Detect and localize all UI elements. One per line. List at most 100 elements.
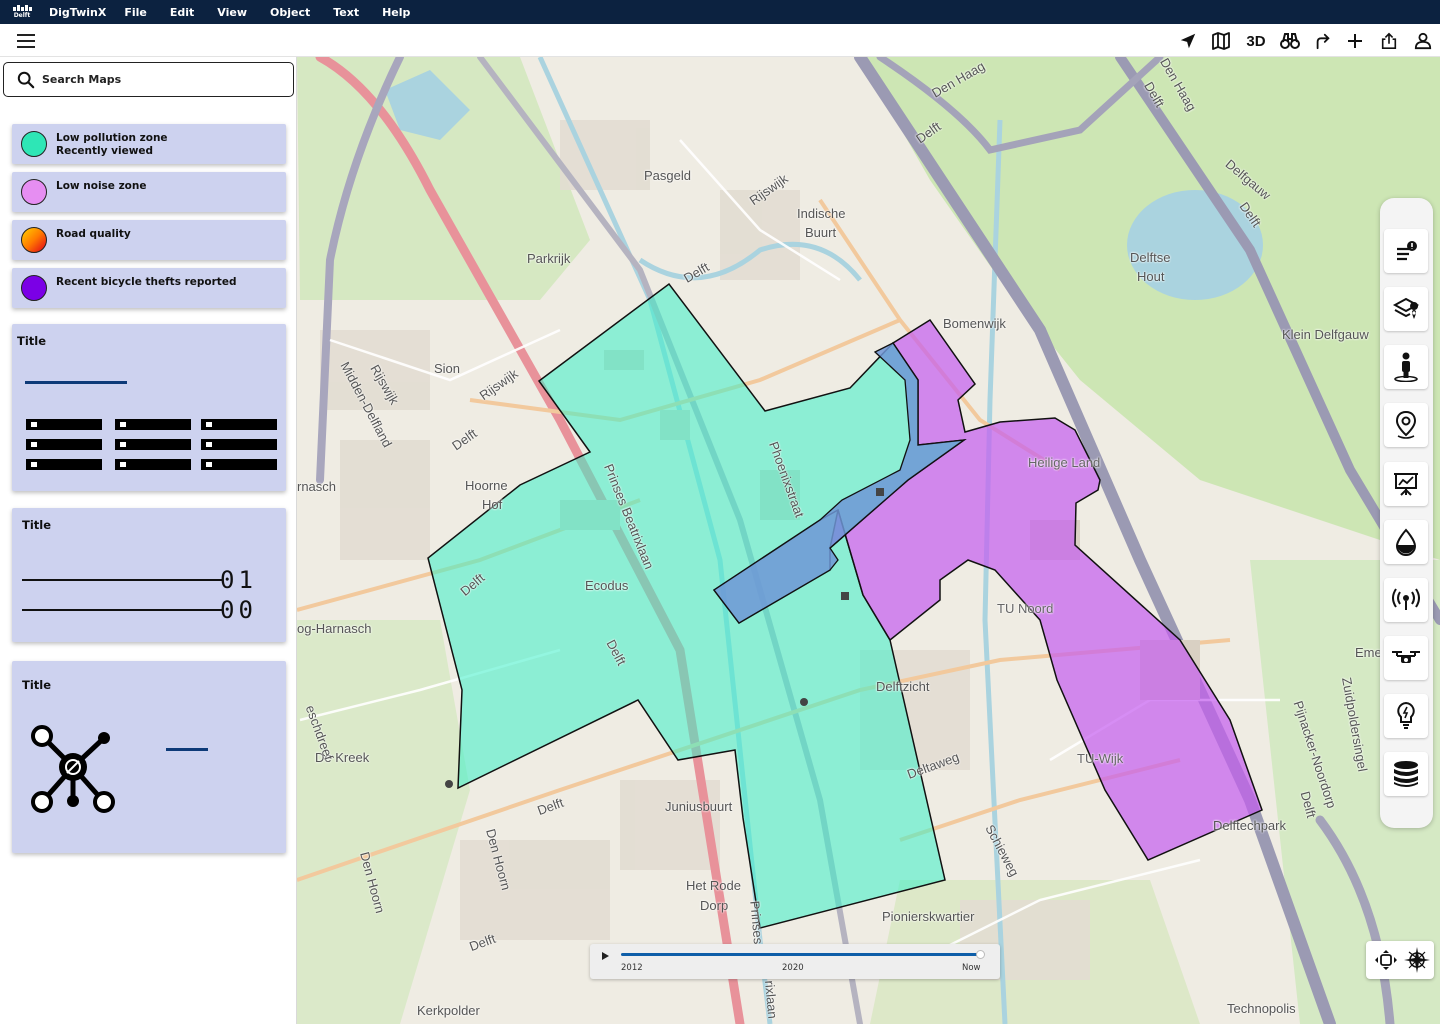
- map-label: Technopolis: [1227, 1001, 1296, 1016]
- share-arrow-icon[interactable]: [1312, 30, 1334, 52]
- timeline-tick: 2020: [782, 963, 804, 973]
- layer-low-noise-zone[interactable]: Low noise zone: [12, 172, 286, 212]
- delft-logo: Delft: [0, 0, 44, 24]
- timeline-track[interactable]: [621, 953, 981, 956]
- map-view[interactable]: Den Haag Delft Den Haag Delft Rijswijk P…: [297, 57, 1440, 1024]
- hamburger-menu-icon[interactable]: [17, 34, 37, 49]
- layer-color-swatch: [21, 179, 47, 205]
- layer-name: Road quality: [56, 228, 131, 240]
- map-label: Pasgeld: [644, 168, 691, 183]
- map-label: Hof: [482, 497, 503, 512]
- map-controls: [1366, 941, 1434, 979]
- layer-color-swatch: [21, 275, 47, 301]
- menu-edit[interactable]: Edit: [170, 6, 194, 19]
- menu-help[interactable]: Help: [382, 6, 410, 19]
- layer-name: Low noise zone: [56, 180, 147, 192]
- map-label: Bomenwijk: [943, 316, 1006, 331]
- map-pin-icon[interactable]: [1384, 403, 1428, 447]
- layer-color-swatch: [21, 131, 47, 157]
- card-title: Title: [22, 518, 52, 532]
- map-label: Indische: [797, 206, 846, 221]
- card-title: Title: [17, 334, 47, 348]
- broadcast-icon[interactable]: [1384, 578, 1428, 622]
- map-label: Klein Delfgauw: [1282, 327, 1369, 342]
- 3d-toggle-button[interactable]: 3D: [1243, 30, 1269, 52]
- binary-value-row-2: 00: [220, 596, 257, 624]
- map-label: Pionierskwartier: [882, 909, 975, 924]
- presentation-board-icon[interactable]: [1384, 462, 1428, 506]
- map-label: Delftse: [1130, 250, 1171, 265]
- layer-status: Recently viewed: [56, 145, 154, 157]
- network-graph-icon[interactable]: [29, 723, 121, 813]
- map-canvas[interactable]: [297, 57, 1440, 1024]
- slider-track[interactable]: [22, 609, 222, 611]
- upload-icon[interactable]: [1378, 30, 1400, 52]
- logo-text: Delft: [13, 12, 31, 19]
- map-label: Hoorne: [465, 478, 508, 493]
- binoculars-icon[interactable]: [1279, 30, 1301, 52]
- slider-track[interactable]: [22, 579, 222, 581]
- tool-palette: [1380, 198, 1433, 828]
- time-slider[interactable]: 2012 2020 Now: [590, 944, 1000, 979]
- layer-name: Low pollution zone: [56, 132, 168, 144]
- map-label: Ecodus: [585, 578, 629, 593]
- progress-indicator: [25, 381, 127, 384]
- search-box[interactable]: [3, 62, 294, 97]
- database-icon[interactable]: [1384, 752, 1428, 796]
- map-icon[interactable]: [1210, 30, 1232, 52]
- binary-value-row-1: 01: [220, 566, 257, 594]
- timeline-tick: Now: [962, 963, 981, 973]
- map-label: Juniusbuurt: [665, 799, 733, 814]
- menu-file[interactable]: File: [124, 6, 147, 19]
- plus-icon[interactable]: [1344, 30, 1366, 52]
- layer-name: Recent bicycle thefts reported: [56, 276, 237, 288]
- map-label: Delftzicht: [876, 679, 930, 694]
- search-input[interactable]: [42, 73, 262, 86]
- menu-text[interactable]: Text: [333, 6, 359, 19]
- card-title: Title: [22, 678, 52, 692]
- timeline-handle[interactable]: [976, 950, 985, 959]
- widget-card-network: Title: [12, 661, 286, 853]
- map-label: Kerkpolder: [417, 1003, 480, 1018]
- lightbulb-icon[interactable]: [1384, 694, 1428, 738]
- map-label: Dorp: [700, 898, 729, 913]
- map-label: Parkrijk: [527, 251, 571, 266]
- menu-bar: Delft DigTwinX File Edit View Object Tex…: [0, 0, 1440, 24]
- map-label: Buurt: [805, 225, 837, 240]
- navigate-icon[interactable]: [1177, 30, 1199, 52]
- progress-indicator: [166, 748, 208, 751]
- menu-object[interactable]: Object: [270, 6, 310, 19]
- layer-bicycle-thefts[interactable]: Recent bicycle thefts reported: [12, 268, 286, 308]
- map-label: Het Rode: [686, 878, 741, 893]
- play-icon[interactable]: [602, 952, 609, 960]
- map-label: rnasch: [297, 479, 337, 494]
- widget-card-checkbox-grid: Title: [12, 324, 286, 491]
- water-drop-icon[interactable]: [1384, 520, 1428, 564]
- user-icon[interactable]: [1412, 30, 1434, 52]
- compass-rose-icon[interactable]: [1404, 947, 1430, 973]
- layer-label: Low pollution zone Recently viewed: [56, 132, 168, 158]
- map-label: Hout: [1137, 269, 1165, 284]
- layer-low-pollution-zone[interactable]: Low pollution zone Recently viewed: [12, 124, 286, 164]
- checkbox-grid[interactable]: [26, 418, 278, 476]
- map-label: og-Harnasch: [297, 621, 372, 636]
- sidebar: Low pollution zone Recently viewed Low n…: [0, 57, 297, 1024]
- search-icon: [17, 71, 35, 89]
- app-name: DigTwinX: [49, 5, 107, 19]
- map-label: Heilige Land: [1028, 455, 1101, 470]
- layer-color-swatch: [21, 227, 47, 253]
- map-label: rixlaan: [762, 979, 781, 1020]
- map-label: TU Noord: [997, 601, 1054, 616]
- layers-location-icon[interactable]: [1384, 287, 1428, 331]
- layer-road-quality[interactable]: Road quality: [12, 220, 286, 260]
- drone-icon[interactable]: [1384, 636, 1428, 680]
- menu-view[interactable]: View: [217, 6, 247, 19]
- map-label: Sion: [434, 361, 461, 376]
- widget-card-binary-sliders: Title 01 00: [12, 508, 286, 642]
- map-label: Delftechpark: [1213, 818, 1286, 833]
- person-pin-icon[interactable]: [1384, 345, 1428, 389]
- recenter-icon[interactable]: [1374, 949, 1398, 971]
- toolbar: 3D: [0, 24, 1440, 57]
- notifications-list-icon[interactable]: [1384, 229, 1428, 273]
- timeline-tick: 2012: [621, 963, 643, 973]
